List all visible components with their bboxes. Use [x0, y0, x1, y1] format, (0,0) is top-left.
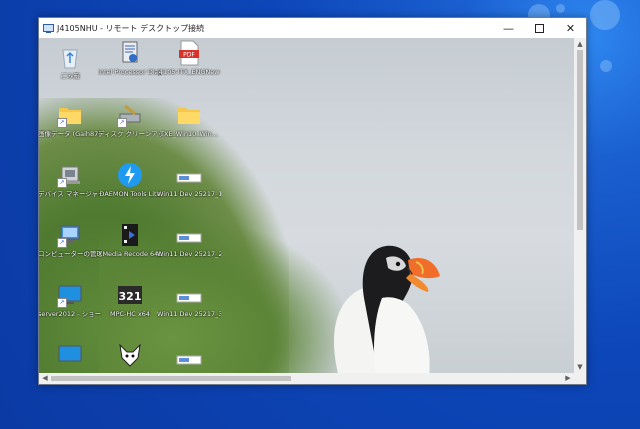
pdf-file-icon: PDF	[176, 40, 202, 66]
desktop-icon[interactable]: PDF J4105-ITX_ENGNew Drive(ja)10.pdf	[157, 40, 221, 76]
image-file-icon	[176, 350, 202, 370]
image-file-icon	[176, 168, 202, 188]
close-icon: ✕	[565, 21, 576, 35]
diagnostic-tool-icon	[117, 40, 143, 66]
bokeh-light	[590, 0, 620, 30]
shortcut-arrow-icon: ↗	[57, 298, 67, 308]
desktop-icon[interactable]: Win11 Dev 25217_1.jpg	[157, 168, 221, 198]
computer-management-icon: ↗	[57, 222, 83, 248]
remote-desktop-window: J4105NHU - リモート デスクトップ接続 — ✕ ごみ箱 ↗ 画像データ…	[38, 17, 587, 385]
desktop-icon[interactable]: ↗ デバイス マネージャー - ショートカット	[39, 162, 102, 198]
vertical-scroll-thumb[interactable]	[577, 50, 583, 230]
disk-cleanup-icon: ↗	[117, 102, 143, 128]
desktop-icon[interactable]: Intel Processor Diagnostic To...	[98, 40, 162, 76]
desktop-icon[interactable]: ごみ箱	[39, 44, 102, 80]
bokeh-light	[556, 4, 565, 13]
device-manager-icon: ↗	[57, 162, 83, 188]
desktop-icon[interactable]: 321 MPC-HC x64	[98, 282, 162, 318]
desktop-icon[interactable]: XMedia Recode 64bit	[98, 222, 162, 258]
desktop-icon[interactable]: TXE_Win10_Win...	[157, 102, 221, 138]
svg-text:PDF: PDF	[183, 52, 195, 59]
xmedia-recode-icon	[117, 222, 143, 248]
minimize-icon: —	[503, 21, 514, 35]
close-button[interactable]: ✕	[555, 18, 586, 38]
remote-desktop-viewport[interactable]: ごみ箱 ↗ 画像データ (Gaih87) - ショ... ↗ デバイス マネージ…	[39, 38, 574, 373]
maximize-icon	[535, 23, 544, 33]
minimize-button[interactable]: —	[493, 18, 524, 38]
image-file-icon	[176, 288, 202, 308]
desktop-icon[interactable]: ↗ ディスク クリーンアップ - ショートカット	[98, 102, 162, 138]
shortcut-arrow-icon: ↗	[117, 118, 127, 128]
horizontal-scrollbar[interactable]: ◀ ▶	[39, 373, 574, 384]
maximize-button[interactable]	[524, 18, 555, 38]
horizontal-scroll-thumb[interactable]	[51, 376, 291, 381]
bokeh-light	[600, 60, 612, 72]
image-file-icon	[176, 228, 202, 248]
shortcut-arrow-icon: ↗	[57, 178, 67, 188]
scroll-right-button[interactable]: ▶	[562, 373, 574, 384]
vertical-scrollbar[interactable]: ▲ ▼	[574, 38, 586, 373]
puffin-wallpaper	[334, 245, 440, 373]
monitor-shortcut-icon: ↗	[57, 282, 83, 308]
folder-icon	[176, 102, 202, 128]
recycle-bin-icon	[57, 44, 83, 70]
daemon-tools-icon	[117, 162, 143, 188]
remote-desktop-icon	[43, 23, 54, 33]
desktop-icon[interactable]: ↗ 画像データ (Gaih87) - ショ...	[39, 102, 102, 138]
desktop-icon[interactable]: Win11 Dev 25217_3.jpg	[157, 288, 221, 318]
desktop-icon[interactable]	[98, 342, 162, 370]
scroll-down-button[interactable]: ▼	[574, 361, 586, 373]
desktop-icon[interactable]: Win11 Dev 25217_2.jpg	[157, 228, 221, 258]
scroll-up-button[interactable]: ▲	[574, 38, 586, 50]
mpc-hc-icon: 321	[117, 282, 143, 308]
scrollbar-corner	[574, 373, 586, 384]
monitor-shortcut-icon	[57, 342, 83, 368]
desktop-icon[interactable]: ↗ server2012 - ショートカット	[39, 282, 102, 318]
folder-icon: ↗	[57, 102, 83, 128]
shortcut-arrow-icon: ↗	[57, 238, 67, 248]
svg-text:321: 321	[119, 290, 142, 303]
desktop-icon[interactable]	[157, 350, 221, 372]
fox-app-icon	[117, 342, 143, 368]
desktop-icon[interactable]: ↗ コンピューターの管理 - ショートカット	[39, 222, 102, 258]
desktop-icon[interactable]	[39, 342, 102, 370]
window-title: J4105NHU - リモート デスクトップ接続	[57, 23, 205, 33]
desktop-icon[interactable]: DAEMON Tools Lite	[98, 162, 162, 198]
title-bar[interactable]: J4105NHU - リモート デスクトップ接続 — ✕	[39, 18, 586, 38]
scroll-left-button[interactable]: ◀	[39, 373, 51, 384]
shortcut-arrow-icon: ↗	[57, 118, 67, 128]
